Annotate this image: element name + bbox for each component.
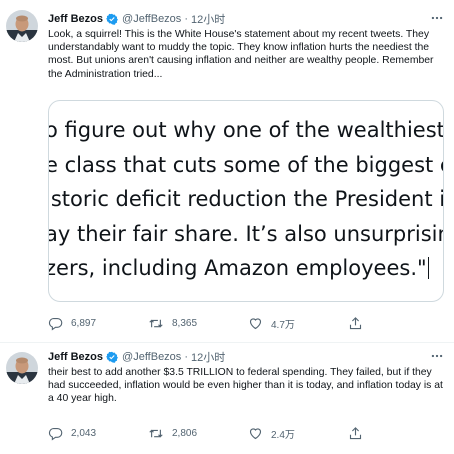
reply-button[interactable]: 2,043 [48,426,148,441]
retweet-count: 8,365 [172,317,198,329]
share-icon [348,426,363,441]
tweet-text: their best to add another $3.5 TRILLION … [48,367,443,405]
reply-count: 6,897 [71,317,97,329]
retweet-icon [148,426,164,441]
author-handle[interactable]: @JeffBezos [122,13,181,25]
timestamp[interactable]: 12小时 [191,349,225,365]
like-icon [248,426,263,441]
reply-icon [48,316,63,331]
text-cursor [427,257,430,279]
media-line: zers, including Amazon employees." [48,256,427,280]
tweet-media-image[interactable]: o figure out why one of the wealthiest i… [48,100,444,302]
author-handle[interactable]: @JeffBezos [122,351,181,363]
tweet-1[interactable]: Jeff Bezos @JeffBezos · 12小时 Look, a squ… [0,0,454,344]
share-icon [348,316,363,331]
media-line: e class that cuts some of the biggest co… [49,152,443,177]
retweet-count: 2,806 [172,427,198,439]
reply-button[interactable]: 6,897 [48,316,148,331]
like-icon [248,316,263,331]
like-button[interactable]: 2.4万 [248,426,348,441]
more-icon[interactable] [430,11,444,28]
more-icon[interactable] [430,349,444,366]
retweet-button[interactable]: 2,806 [148,426,248,441]
author-name[interactable]: Jeff Bezos [48,13,103,25]
retweet-icon [148,316,164,331]
media-text-block: o figure out why one of the wealthiest i… [48,113,444,286]
share-button[interactable] [348,316,363,331]
media-line-last: zers, including Amazon employees." [48,251,443,286]
media-line: istoric deficit reduction the President … [48,187,443,211]
tweet-divider [0,342,454,343]
retweet-button[interactable]: 8,365 [148,316,248,331]
tweet-header: Jeff Bezos @JeffBezos · 12小时 [48,10,446,28]
tweet-2[interactable]: Jeff Bezos @JeffBezos · 12小时 their best … [0,344,454,454]
avatar[interactable] [6,352,38,384]
verified-badge-icon [106,351,118,363]
tweet-actions: 2,043 2,806 2.4万 [48,424,388,442]
like-button[interactable]: 4.7万 [248,316,348,331]
media-line: o figure out why one of the wealthiest i… [49,118,444,142]
verified-badge-icon [106,13,118,25]
reply-count: 2,043 [71,427,97,439]
tweet-actions: 6,897 8,365 4.7万 [48,314,388,332]
like-count: 2.4万 [271,429,295,441]
timestamp[interactable]: 12小时 [191,11,225,27]
tweet-header: Jeff Bezos @JeffBezos · 12小时 [48,348,446,366]
avatar[interactable] [6,10,38,42]
media-line: ay their fair share. It’s also unsurpris… [49,221,443,246]
author-name[interactable]: Jeff Bezos [48,351,103,363]
tweet-text: Look, a squirrel! This is the White Hous… [48,29,434,80]
like-count: 4.7万 [271,319,295,331]
reply-icon [48,426,63,441]
separator: · [184,13,188,25]
share-button[interactable] [348,426,363,441]
separator: · [184,351,188,363]
